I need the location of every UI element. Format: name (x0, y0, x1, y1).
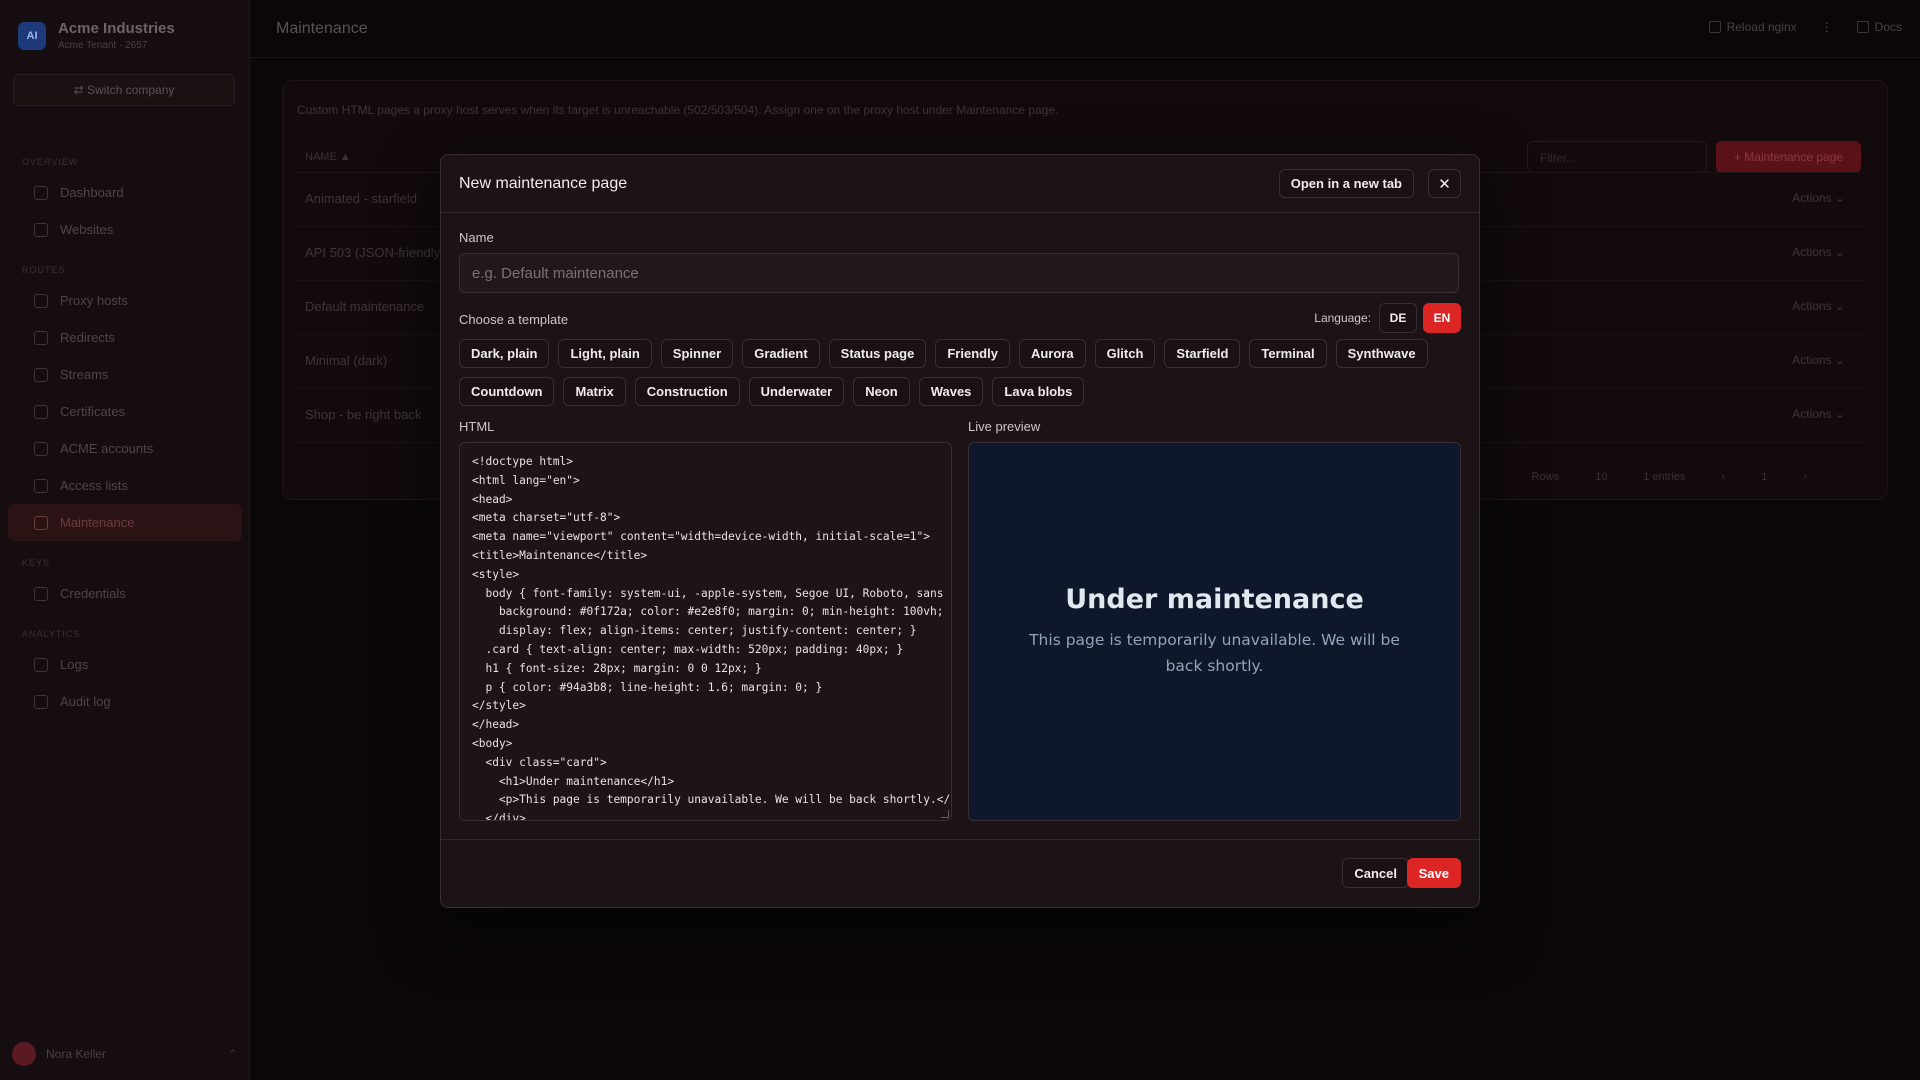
live-preview: Under maintenance This page is temporari… (968, 442, 1461, 821)
dialog-title: New maintenance page (459, 175, 628, 192)
template-construction-button[interactable]: Construction (634, 377, 740, 406)
save-button[interactable]: Save (1406, 858, 1461, 888)
template-synthwave-button[interactable]: Synthwave (1335, 339, 1428, 368)
template-neon-button[interactable]: Neon (853, 377, 910, 406)
html-editor[interactable]: <!doctype html> <html lang="en"> <head> … (459, 442, 952, 821)
template-countdown-button[interactable]: Countdown (459, 377, 555, 406)
dialog-footer: Cancel Save (441, 839, 1479, 907)
template-list: Dark, plain Light, plain Spinner Gradient St… (459, 339, 1463, 406)
template-glitch-button[interactable]: Glitch (1094, 339, 1156, 368)
language-en-button[interactable]: EN (1423, 303, 1461, 333)
template-status-page-button[interactable]: Status page (828, 339, 927, 368)
resize-handle-icon[interactable] (941, 810, 949, 818)
template-label: Choose a template (459, 312, 569, 327)
template-aurora-button[interactable]: Aurora (1018, 339, 1086, 368)
close-icon[interactable]: ✕ (1428, 169, 1461, 198)
dialog-header: New maintenance page Open in a new tab ✕ (441, 155, 1479, 213)
preview-title: Under maintenance (1065, 584, 1364, 615)
template-starfield-button[interactable]: Starfield (1164, 339, 1241, 368)
template-dark-plain-button[interactable]: Dark, plain (459, 339, 550, 368)
template-matrix-button[interactable]: Matrix (563, 377, 626, 406)
name-label: Name (459, 230, 494, 245)
template-terminal-button[interactable]: Terminal (1249, 339, 1327, 368)
new-maintenance-page-dialog: New maintenance page Open in a new tab ✕… (440, 154, 1480, 908)
template-underwater-button[interactable]: Underwater (748, 377, 845, 406)
name-input[interactable] (459, 253, 1459, 293)
template-friendly-button[interactable]: Friendly (935, 339, 1010, 368)
template-gradient-button[interactable]: Gradient (742, 339, 820, 368)
cancel-button[interactable]: Cancel (1342, 858, 1409, 888)
language-label: Language: (1314, 311, 1371, 325)
html-label: HTML (459, 419, 495, 434)
language-switch: Language: DE EN (1314, 303, 1461, 333)
template-lava-blobs-button[interactable]: Lava blobs (992, 377, 1085, 406)
live-preview-label: Live preview (968, 419, 1041, 434)
template-waves-button[interactable]: Waves (918, 377, 984, 406)
preview-card: Under maintenance This page is temporari… (1015, 584, 1415, 679)
template-light-plain-button[interactable]: Light, plain (558, 339, 652, 368)
template-spinner-button[interactable]: Spinner (660, 339, 734, 368)
html-code[interactable]: <!doctype html> <html lang="en"> <head> … (460, 443, 951, 820)
preview-text: This page is temporarily unavailable. We… (1029, 631, 1400, 675)
language-de-button[interactable]: DE (1379, 303, 1417, 333)
open-in-new-tab-button[interactable]: Open in a new tab (1278, 169, 1414, 198)
